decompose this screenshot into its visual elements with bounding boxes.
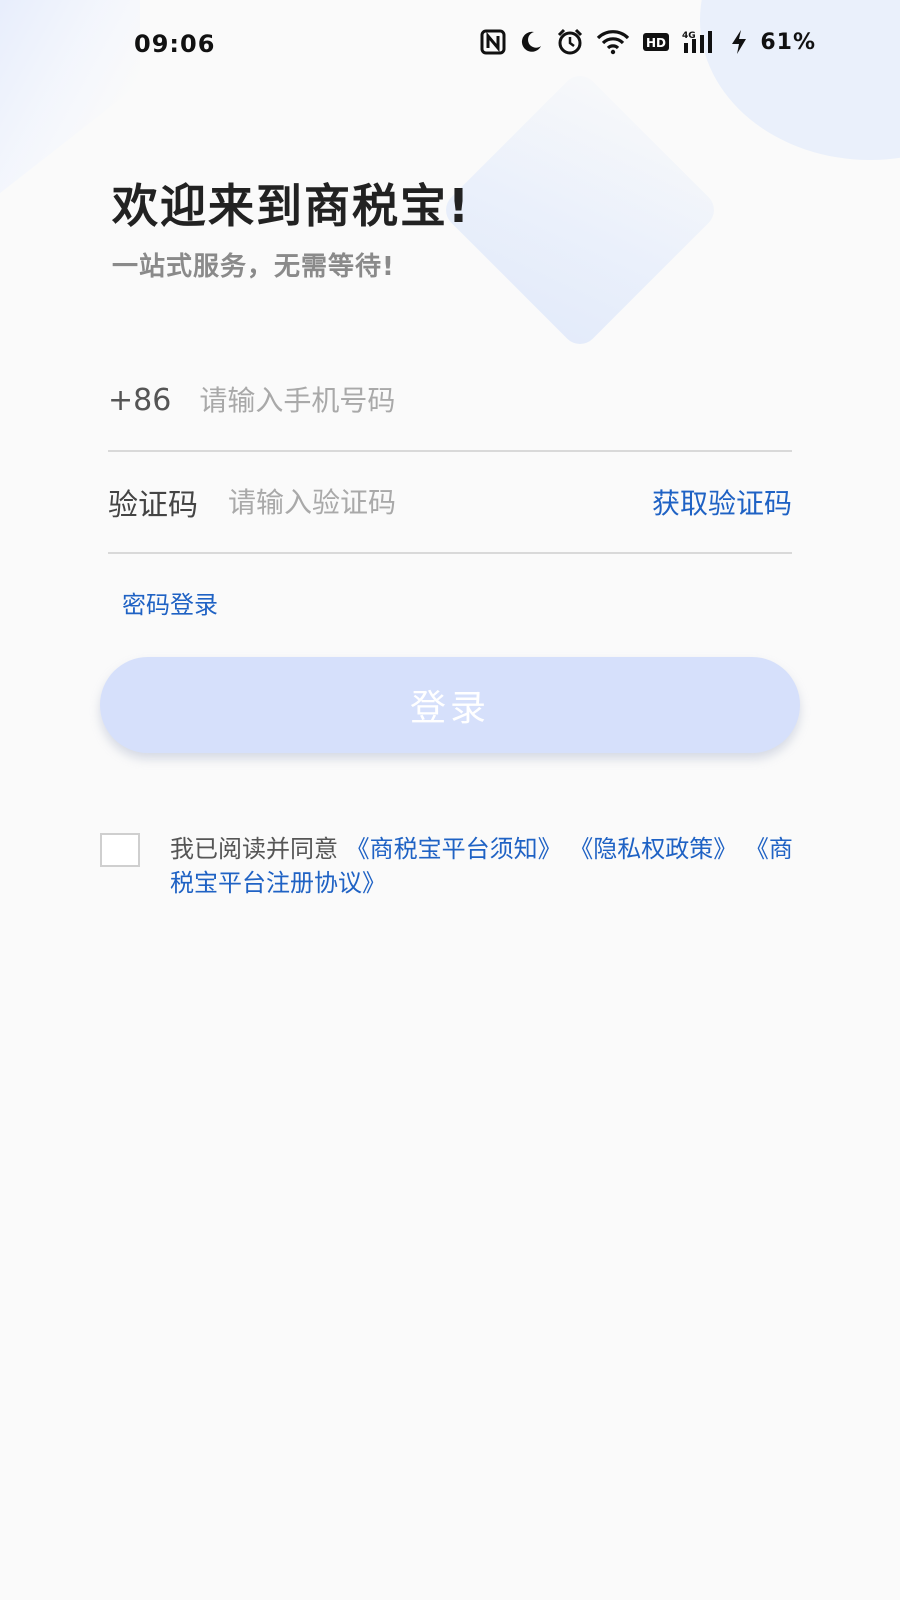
alarm-icon [556,28,584,56]
get-code-button[interactable]: 获取验证码 [652,482,792,522]
charging-icon [730,29,748,55]
page-subtitle: 一站式服务，无需等待! [112,252,395,282]
hd-icon: HD [642,31,670,53]
phone-input[interactable] [199,383,792,417]
phone-row: +86 [108,350,792,452]
page-title: 欢迎来到商税宝! [112,179,471,233]
battery-percentage: 61% [760,29,816,55]
verification-code-label: 验证码 [108,488,198,523]
agreement-checkbox[interactable] [100,833,140,867]
nfc-icon [480,29,506,55]
privacy-policy-link[interactable]: 《隐私权政策》 [569,835,737,863]
status-icons: HD 4G 61% [480,28,816,56]
wifi-icon [596,29,630,55]
signal-4g-icon: 4G [682,29,718,55]
background-decoration-center [438,68,722,352]
moon-icon [518,29,544,55]
status-time: 09:06 [134,30,216,58]
agreement-text: 我已阅读并同意 《商税宝平台须知》 《隐私权政策》 《商税宝平台注册协议》 [170,832,796,900]
verification-code-input[interactable] [228,485,652,519]
platform-notice-link[interactable]: 《商税宝平台须知》 [346,835,562,863]
country-code[interactable]: +86 [108,383,171,418]
status-bar: 09:06 HD 4G 61% [0,0,900,90]
agreement-prefix: 我已阅读并同意 [170,835,338,863]
verification-code-row: 验证码 获取验证码 [108,452,792,554]
svg-text:HD: HD [646,36,666,50]
login-button-label: 登录 [409,688,490,729]
password-login-link[interactable]: 密码登录 [122,585,218,620]
login-button[interactable]: 登录 [100,657,800,753]
login-screen: 09:06 HD 4G 61% 欢迎来到商税宝! 一站式服务，无需等待! +86… [0,0,900,1600]
